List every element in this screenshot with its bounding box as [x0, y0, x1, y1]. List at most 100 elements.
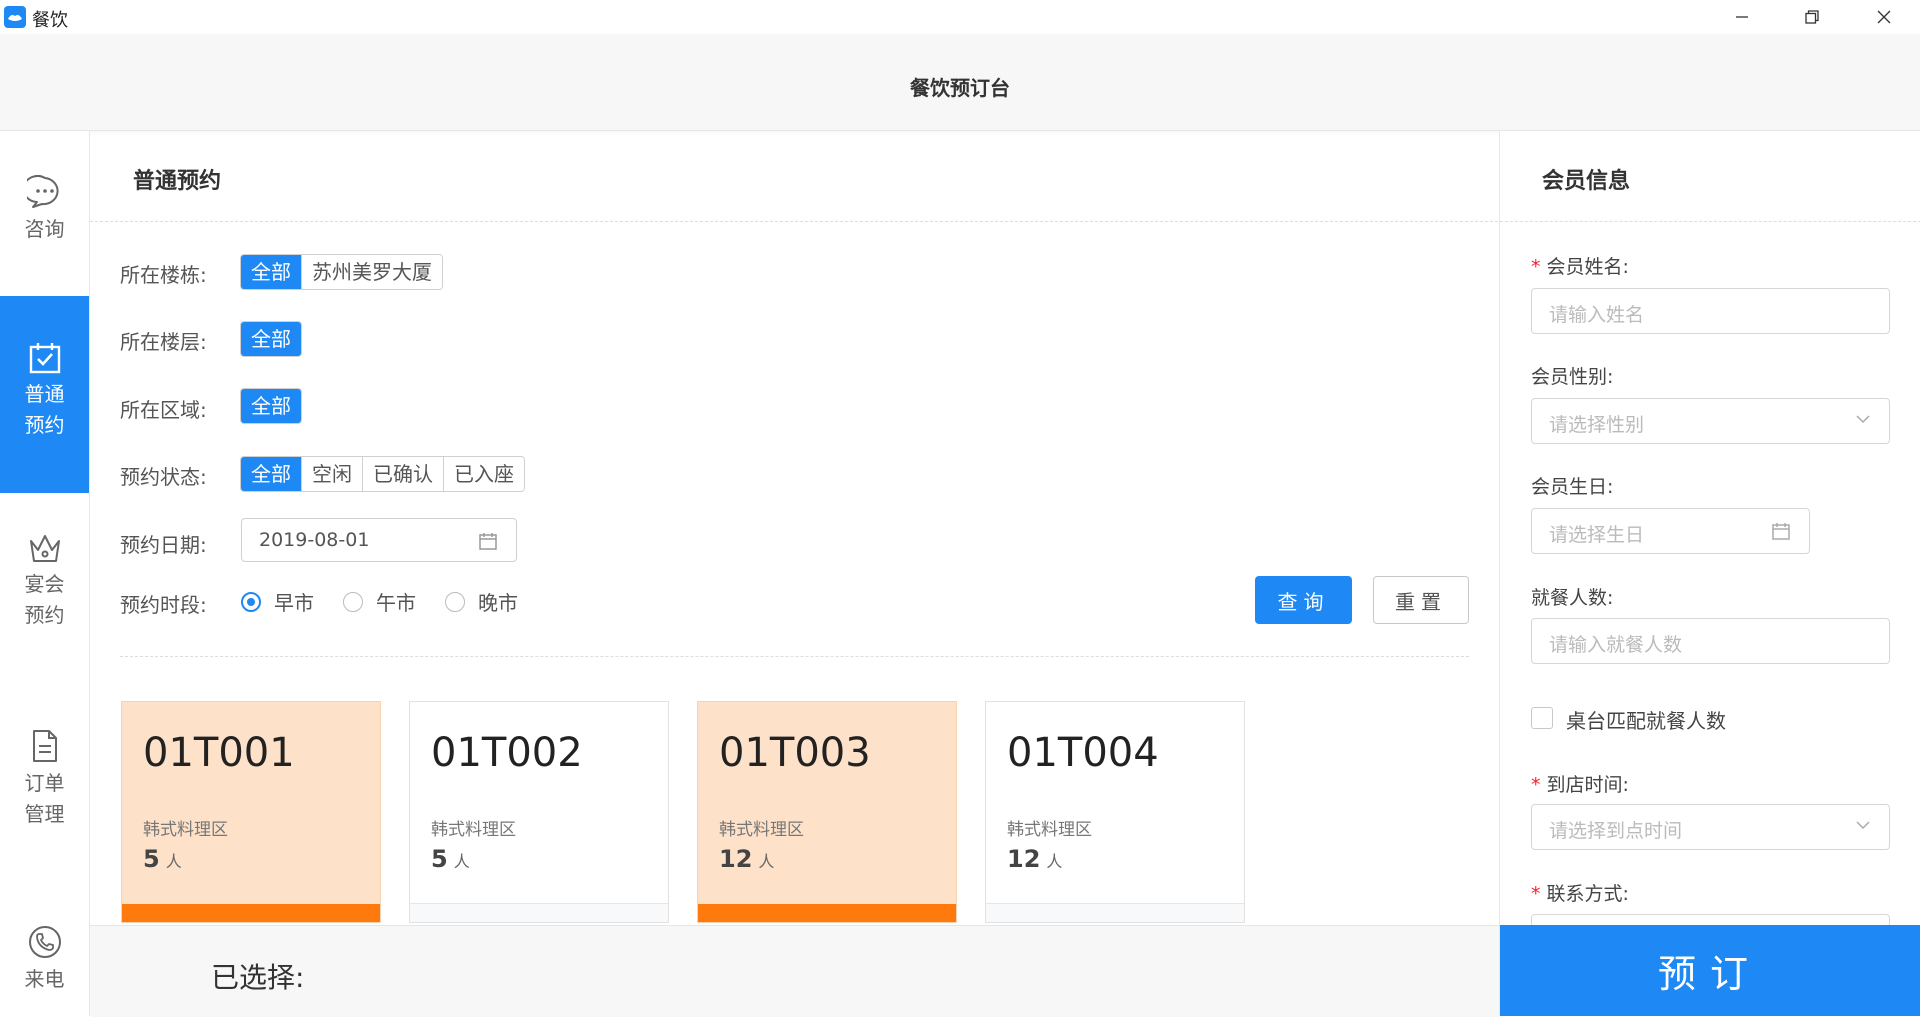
table-card[interactable]: 01T004 韩式料理区 12 人: [985, 701, 1245, 923]
table-capacity: 12 人: [719, 845, 774, 873]
sidebar-item-label: 宴会: [24, 572, 65, 596]
building-option-all[interactable]: 全部: [241, 255, 302, 289]
capacity-unit: 人: [453, 852, 470, 871]
date-label: 预约日期:: [120, 533, 207, 557]
capacity-unit: 人: [758, 852, 775, 871]
floor-option-all[interactable]: 全部: [241, 322, 301, 356]
status-option-seated[interactable]: 已入座: [444, 457, 524, 491]
close-button[interactable]: [1856, 0, 1912, 34]
minimize-icon: [1736, 16, 1748, 18]
period-option-morning[interactable]: 早市: [241, 587, 314, 616]
table-zone: 韩式料理区: [1007, 820, 1092, 840]
divider: [120, 656, 1469, 657]
calendar-icon: [479, 533, 497, 550]
status-bar: [410, 903, 668, 922]
period-option-noon[interactable]: 午市: [343, 587, 416, 616]
table-zone: 韩式料理区: [143, 820, 228, 840]
sidebar-item-incoming-call[interactable]: 来电: [0, 887, 89, 1016]
match-guests-label: 桌台匹配就餐人数: [1566, 709, 1726, 733]
placeholder: 请选择性别: [1549, 414, 1645, 436]
period-label: 预约时段:: [120, 593, 207, 617]
table-zone: 韩式料理区: [719, 820, 804, 840]
query-button[interactable]: 查询: [1255, 576, 1352, 624]
crown-icon: [29, 535, 60, 562]
sidebar-item-banquet-booking[interactable]: 宴会 预约: [0, 493, 89, 690]
member-birthday-label: 会员生日:: [1531, 476, 1614, 498]
selected-label: 已选择:: [211, 961, 305, 994]
guests-input[interactable]: 请输入就餐人数: [1531, 618, 1890, 664]
member-gender-select[interactable]: 请选择性别: [1531, 398, 1890, 444]
sidebar-item-label: 来电: [24, 967, 65, 991]
status-bar: [122, 904, 380, 922]
table-number: 01T004: [1007, 730, 1159, 776]
chat-bubble-icon: [22, 175, 59, 208]
table-card[interactable]: 01T001 韩式料理区 5人: [121, 701, 381, 923]
table-card[interactable]: 01T002 韩式料理区 5人: [409, 701, 669, 923]
sidebar-item-label: 咨询: [24, 217, 65, 241]
status-option-all[interactable]: 全部: [241, 457, 302, 491]
period-option-evening[interactable]: 晚市: [445, 587, 518, 616]
calendar-icon: [1772, 523, 1790, 540]
area-option-all[interactable]: 全部: [241, 389, 301, 423]
minimize-button[interactable]: [1714, 0, 1770, 34]
required-mark: *: [1531, 774, 1541, 796]
placeholder: 请选择生日: [1549, 524, 1645, 546]
sidebar-item-order-management[interactable]: 订单 管理: [0, 690, 89, 887]
radio-icon: [445, 591, 465, 612]
date-picker[interactable]: 2019-08-01: [241, 518, 517, 562]
required-mark: *: [1531, 256, 1541, 278]
status-option-free[interactable]: 空闲: [302, 457, 363, 491]
table-card[interactable]: 01T003 韩式料理区 12 人: [697, 701, 957, 923]
area-filter: 全部: [240, 388, 302, 424]
area-label: 所在区域:: [120, 398, 207, 422]
restore-button[interactable]: [1784, 0, 1840, 34]
placeholder: 请选择到点时间: [1549, 820, 1683, 842]
period-option-label: 早市: [274, 591, 314, 615]
selection-bar: 已选择:: [90, 925, 1500, 1017]
sidebar-item-label: 管理: [24, 802, 65, 826]
divider: [90, 221, 1498, 222]
table-capacity: 5人: [431, 845, 470, 873]
page-title: 餐饮预订台: [910, 76, 1010, 100]
sidebar-item-normal-booking[interactable]: 普通 预约: [0, 296, 89, 493]
status-bar: [698, 904, 956, 922]
member-name-input[interactable]: 请输入姓名: [1531, 288, 1890, 334]
sidebar: 咨询 普通 预约 宴会 预约 订单 管理 来电: [0, 131, 90, 1016]
placeholder: 请输入就餐人数: [1549, 634, 1683, 656]
status-option-confirmed[interactable]: 已确认: [363, 457, 444, 491]
building-option-meiluo[interactable]: 苏州美罗大厦: [302, 255, 442, 289]
member-name-label: * 会员姓名:: [1531, 252, 1629, 279]
capacity-value: 5: [431, 845, 448, 873]
capacity-value: 5: [143, 845, 160, 873]
member-panel: 会员信息 * 会员姓名: 请输入姓名 会员性别: 请选择性别 会员生日: 请选择生…: [1499, 131, 1920, 1016]
close-icon: [1877, 10, 1891, 24]
app-logo-icon: [4, 6, 26, 28]
member-name-label-text: 会员姓名:: [1546, 256, 1629, 278]
arrival-time-select[interactable]: 请选择到点时间: [1531, 804, 1890, 850]
floor-filter: 全部: [240, 321, 302, 357]
reset-button[interactable]: 重置: [1373, 576, 1469, 624]
capacity-value: 12: [719, 845, 753, 873]
contact-label: * 联系方式:: [1531, 879, 1629, 906]
status-filter: 全部 空闲 已确认 已入座: [240, 456, 525, 492]
sidebar-item-label: 预约: [24, 603, 65, 627]
sidebar-item-consult[interactable]: 咨询: [0, 131, 89, 296]
capacity-unit: 人: [165, 852, 182, 871]
table-zone: 韩式料理区: [431, 820, 516, 840]
date-value: 2019-08-01: [259, 529, 370, 551]
table-number: 01T003: [719, 730, 871, 776]
sidebar-item-label: 普通: [24, 382, 65, 406]
table-capacity: 12 人: [1007, 845, 1062, 873]
section-title: 普通预约: [133, 169, 222, 194]
guests-label: 就餐人数:: [1531, 587, 1614, 609]
member-birthday-picker[interactable]: 请选择生日: [1531, 508, 1810, 554]
app-title: 餐饮: [32, 10, 68, 31]
restore-icon: [1805, 10, 1819, 24]
section-title: 会员信息: [1542, 169, 1631, 194]
arrival-time-label-text: 到店时间:: [1546, 774, 1629, 796]
match-guests-checkbox[interactable]: [1531, 707, 1553, 729]
building-label: 所在楼栋:: [120, 263, 207, 287]
book-button[interactable]: 预订: [1500, 925, 1920, 1016]
radio-icon: [343, 591, 363, 612]
divider: [1500, 221, 1920, 222]
